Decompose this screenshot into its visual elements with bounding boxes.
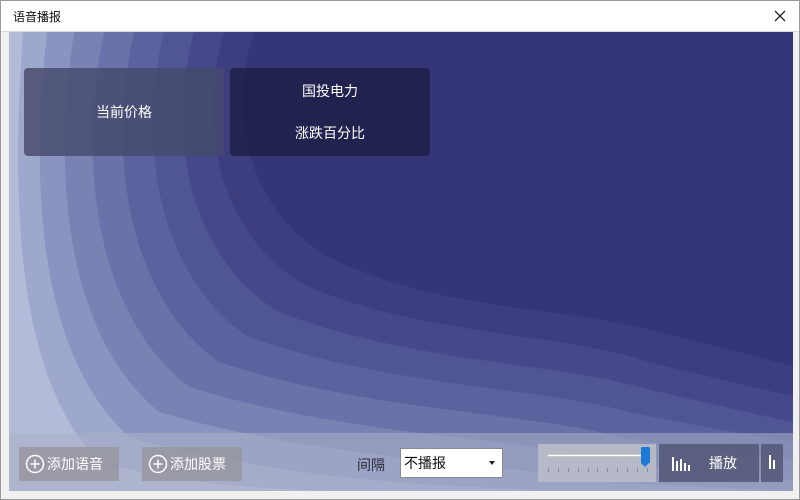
add-voice-button[interactable]: 添加语音 xyxy=(19,447,119,481)
voice-broadcast-window: 语音播报 当前价格 国投电力 涨跌百分比 添加语音 添加股票 间隔 不播报 播放 xyxy=(0,0,800,500)
close-icon xyxy=(774,10,786,22)
stock-name: 国投电力 xyxy=(302,84,358,100)
slider-thumb[interactable] xyxy=(641,447,650,467)
add-stock-button[interactable]: 添加股票 xyxy=(142,447,242,481)
sound-bars-icon xyxy=(768,453,776,473)
plus-circle-icon xyxy=(25,454,45,474)
broadcast-panel: 当前价格 国投电力 涨跌百分比 添加语音 添加股票 间隔 不播报 播放 xyxy=(9,32,793,491)
interval-value: 不播报 xyxy=(404,456,446,472)
interval-label: 间隔 xyxy=(357,458,385,474)
current-price-card[interactable]: 当前价格 xyxy=(24,68,224,156)
current-price-label: 当前价格 xyxy=(96,105,152,121)
play-label: 播放 xyxy=(709,456,737,472)
extra-playback-button[interactable] xyxy=(761,444,783,482)
add-stock-label: 添加股票 xyxy=(170,457,226,473)
slider-ticks xyxy=(548,468,648,472)
play-button[interactable]: 播放 xyxy=(659,444,759,482)
plus-circle-icon xyxy=(148,454,168,474)
bottom-toolbar: 添加语音 添加股票 间隔 不播报 播放 xyxy=(9,433,793,491)
chevron-down-icon xyxy=(489,461,495,465)
sound-bars-icon xyxy=(671,455,691,471)
interval-select[interactable]: 不播报 xyxy=(400,448,503,478)
close-button[interactable] xyxy=(767,3,793,29)
change-percent-card[interactable]: 国投电力 涨跌百分比 xyxy=(230,68,430,156)
volume-slider[interactable] xyxy=(538,444,656,482)
title-bar: 语音播报 xyxy=(1,1,799,32)
change-percent-label: 涨跌百分比 xyxy=(295,126,365,142)
window-title: 语音播报 xyxy=(13,10,62,24)
slider-track[interactable] xyxy=(547,454,649,457)
add-voice-label: 添加语音 xyxy=(47,457,103,473)
